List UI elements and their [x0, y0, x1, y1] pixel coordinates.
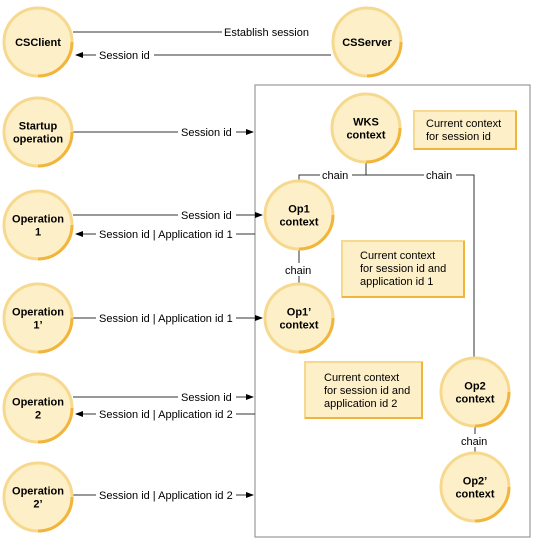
- node-op1ctx: Op1context: [263, 179, 335, 251]
- node-label: context: [346, 130, 385, 142]
- node-op2ctx: Op2context: [439, 356, 511, 428]
- svg-text:for session id: for session id: [426, 131, 491, 143]
- node-label: 2: [35, 410, 41, 422]
- label-op2p-session-app-id: Session id | Application id 2: [99, 490, 233, 502]
- node-label: context: [455, 394, 494, 406]
- svg-text:Current context: Current context: [426, 118, 501, 130]
- node-label: context: [279, 320, 318, 332]
- label-op1p-session-app-id: Session id | Application id 1: [99, 313, 233, 325]
- node-label: Operation: [12, 307, 64, 319]
- node-wks: WKScontext: [330, 92, 402, 164]
- node-csclient: CSClient: [2, 6, 74, 78]
- note-op2: Current context for session id and appli…: [304, 361, 423, 419]
- chain-label-op1: chain: [322, 170, 348, 182]
- note-wks: Current context for session id: [413, 110, 517, 150]
- node-op2pctx: Op2’context: [439, 451, 511, 523]
- label-op1-session-app-id: Session id | Application id 1: [99, 229, 233, 241]
- label-op2-session-app-id: Session id | Application id 2: [99, 409, 233, 421]
- node-label: Op1’: [287, 307, 311, 319]
- node-op2: Operation2: [2, 372, 74, 444]
- session-context-diagram: Establish session Session id Session id …: [2, 6, 531, 538]
- chain-label-op1p: chain: [285, 265, 311, 277]
- svg-text:Current context: Current context: [324, 372, 399, 384]
- node-label: context: [279, 217, 318, 229]
- node-label: Op2: [464, 381, 485, 393]
- node-csserver: CSServer: [331, 6, 403, 78]
- chain-label-op2: chain: [426, 170, 452, 182]
- node-label: 2’: [33, 499, 42, 511]
- svg-text:for session id and: for session id and: [360, 263, 446, 275]
- node-label: Startup: [19, 121, 58, 133]
- label-op1-session-id: Session id: [181, 210, 232, 222]
- label-op2-session-id: Session id: [181, 392, 232, 404]
- node-op1: Operation1: [2, 189, 74, 261]
- node-op1pctx: Op1’context: [263, 282, 335, 354]
- svg-text:Current context: Current context: [360, 250, 435, 262]
- svg-text:for session id and: for session id and: [324, 385, 410, 397]
- node-label: 1’: [33, 320, 42, 332]
- node-label: Op1: [288, 204, 309, 216]
- note-op1: Current context for session id and appli…: [341, 240, 465, 298]
- label-establish-session: Establish session: [224, 27, 309, 39]
- node-label: Op2’: [463, 476, 487, 488]
- node-label: 1: [35, 227, 41, 239]
- node-label: WKS: [353, 117, 379, 129]
- node-label: context: [455, 489, 494, 501]
- label-startup-session-id: Session id: [181, 127, 232, 139]
- node-label: Operation: [12, 397, 64, 409]
- node-op1p: Operation1’: [2, 282, 74, 354]
- label-session-id-return: Session id: [99, 50, 150, 62]
- chain-label-op2p: chain: [461, 436, 487, 448]
- node-label: operation: [13, 134, 63, 146]
- node-label: CSClient: [15, 37, 61, 49]
- node-op2p: Operation2’: [2, 461, 74, 533]
- node-label: Operation: [12, 214, 64, 226]
- node-startup: Startupoperation: [2, 96, 74, 168]
- svg-text:application id 1: application id 1: [360, 276, 433, 288]
- node-label: CSServer: [342, 37, 392, 49]
- node-label: Operation: [12, 486, 64, 498]
- svg-text:application id 2: application id 2: [324, 398, 397, 410]
